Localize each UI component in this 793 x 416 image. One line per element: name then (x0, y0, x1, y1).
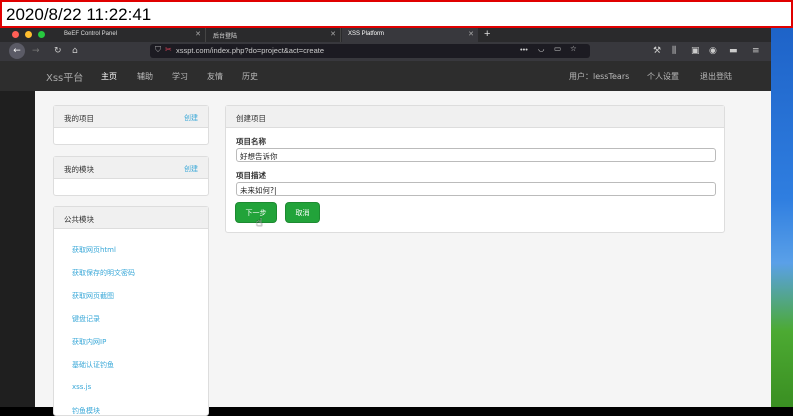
nav-learn[interactable]: 学习 (172, 71, 188, 82)
home-icon: ⌂ (72, 46, 78, 56)
site-logo[interactable]: Xss平台 (46, 69, 83, 84)
tab-label: 后台登陆 (213, 34, 238, 40)
cancel-button[interactable]: 取消 (286, 203, 319, 222)
site-navbar: Xss平台 主页 辅助 学习 友情 历史 用户：lessTears 个人设置 退… (0, 61, 771, 91)
reader-view-icon[interactable]: ▭ (554, 44, 561, 53)
tab-beef[interactable]: BeEF Control Panel ✕ (58, 28, 206, 42)
page-actions-icon[interactable]: ••• (520, 45, 528, 54)
tab-label: XSS Platform (348, 31, 385, 37)
page-background: 我的项目 创建 我的模块 创建 公共模块 获取网页html 获取保存的明文密码 … (0, 91, 771, 416)
panel-header: 公共模块 (54, 207, 208, 229)
panel-header: 创建项目 (226, 106, 724, 128)
home-button[interactable]: ⌂ (72, 44, 78, 58)
my-modules-panel: 我的模块 创建 (53, 156, 209, 196)
tab-xss-platform[interactable]: XSS Platform ✕ (342, 28, 478, 42)
sidebar-toggle-icon[interactable]: ▣ (691, 44, 700, 58)
new-tab-button[interactable]: + (482, 28, 496, 42)
module-item[interactable]: 钓鱼模块 (72, 406, 100, 416)
module-item[interactable]: xss.js (72, 383, 91, 391)
extension-icon[interactable]: ▬ (729, 44, 738, 58)
tab-label: BeEF Control Panel (64, 31, 118, 37)
module-item[interactable]: 获取网页html (72, 245, 116, 255)
mouse-cursor-icon: ☝ (256, 216, 263, 229)
module-item[interactable]: 获取保存的明文密码 (72, 268, 135, 278)
panel-title: 公共模块 (64, 215, 94, 224)
module-item[interactable]: 键盘记录 (72, 314, 100, 324)
menu-icon[interactable]: ≡ (752, 44, 760, 58)
module-item[interactable]: 基础认证钓鱼 (72, 360, 114, 370)
site-identity-icon: ✂ (165, 45, 172, 54)
shield-icon: ⛉ (155, 45, 161, 54)
desktop-wallpaper (771, 28, 793, 407)
my-projects-panel: 我的项目 创建 (53, 105, 209, 145)
wrench-icon[interactable]: ⚒ (653, 44, 661, 58)
form-title: 创建项目 (236, 114, 266, 123)
close-icon[interactable]: ✕ (330, 30, 336, 38)
nav-tools[interactable]: 辅助 (137, 71, 153, 82)
panel-title: 我的项目 (64, 114, 94, 123)
back-button[interactable]: ← (9, 43, 25, 59)
nav-friends[interactable]: 友情 (207, 71, 223, 82)
create-project-panel: 创建项目 项目名称 好想告诉你 项目描述 未来如何?| 下一步 取消 ☝ (225, 105, 725, 233)
user-label: 用户：lessTears (569, 72, 630, 81)
arrow-right-icon: → (32, 46, 40, 56)
module-item[interactable]: 获取网页截图 (72, 291, 114, 301)
create-module-link[interactable]: 创建 (184, 164, 198, 174)
panel-header: 我的模块 创建 (54, 157, 208, 179)
close-icon[interactable]: ✕ (195, 30, 201, 38)
forward-button[interactable]: → (32, 44, 40, 58)
project-desc-input[interactable]: 未来如何?| (236, 182, 716, 196)
timestamp-stamp: 2020/8/22 11:22:41 (0, 0, 793, 28)
tab-login[interactable]: 后台登陆 ✕ (207, 28, 341, 42)
content-area: 我的项目 创建 我的模块 创建 公共模块 获取网页html 获取保存的明文密码 … (35, 91, 771, 416)
minimize-window-dot[interactable] (25, 31, 32, 38)
reload-icon: ↻ (54, 46, 62, 56)
bookmark-star-icon[interactable]: ☆ (570, 44, 577, 53)
panel-title: 我的模块 (64, 165, 94, 174)
project-desc-label: 项目描述 (236, 171, 266, 180)
pocket-icon[interactable]: ◡ (538, 44, 545, 53)
panel-header: 我的项目 创建 (54, 106, 208, 128)
nav-history[interactable]: 历史 (242, 71, 258, 82)
logout-link[interactable]: 退出登陆 (700, 71, 732, 82)
library-icon[interactable]: ⫼ (672, 44, 676, 58)
arrow-left-icon: ← (13, 46, 21, 56)
project-name-label: 项目名称 (236, 137, 266, 146)
url-bar[interactable]: ⛉ ✂ xsspt.com/index.php?do=project&act=c… (150, 44, 590, 58)
reload-button[interactable]: ↻ (54, 44, 62, 58)
url-text: xsspt.com/index.php?do=project&act=creat… (176, 46, 325, 55)
settings-link[interactable]: 个人设置 (647, 71, 679, 82)
close-icon[interactable]: ✕ (468, 30, 474, 38)
public-modules-panel: 公共模块 获取网页html 获取保存的明文密码 获取网页截图 键盘记录 获取内网… (53, 206, 209, 416)
create-project-link[interactable]: 创建 (184, 113, 198, 123)
close-window-dot[interactable] (12, 31, 19, 38)
module-item[interactable]: 获取内网IP (72, 337, 106, 347)
maximize-window-dot[interactable] (38, 31, 45, 38)
nav-home[interactable]: 主页 (101, 71, 117, 82)
project-name-input[interactable]: 好想告诉你 (236, 148, 716, 162)
account-icon[interactable]: ◉ (709, 44, 717, 58)
